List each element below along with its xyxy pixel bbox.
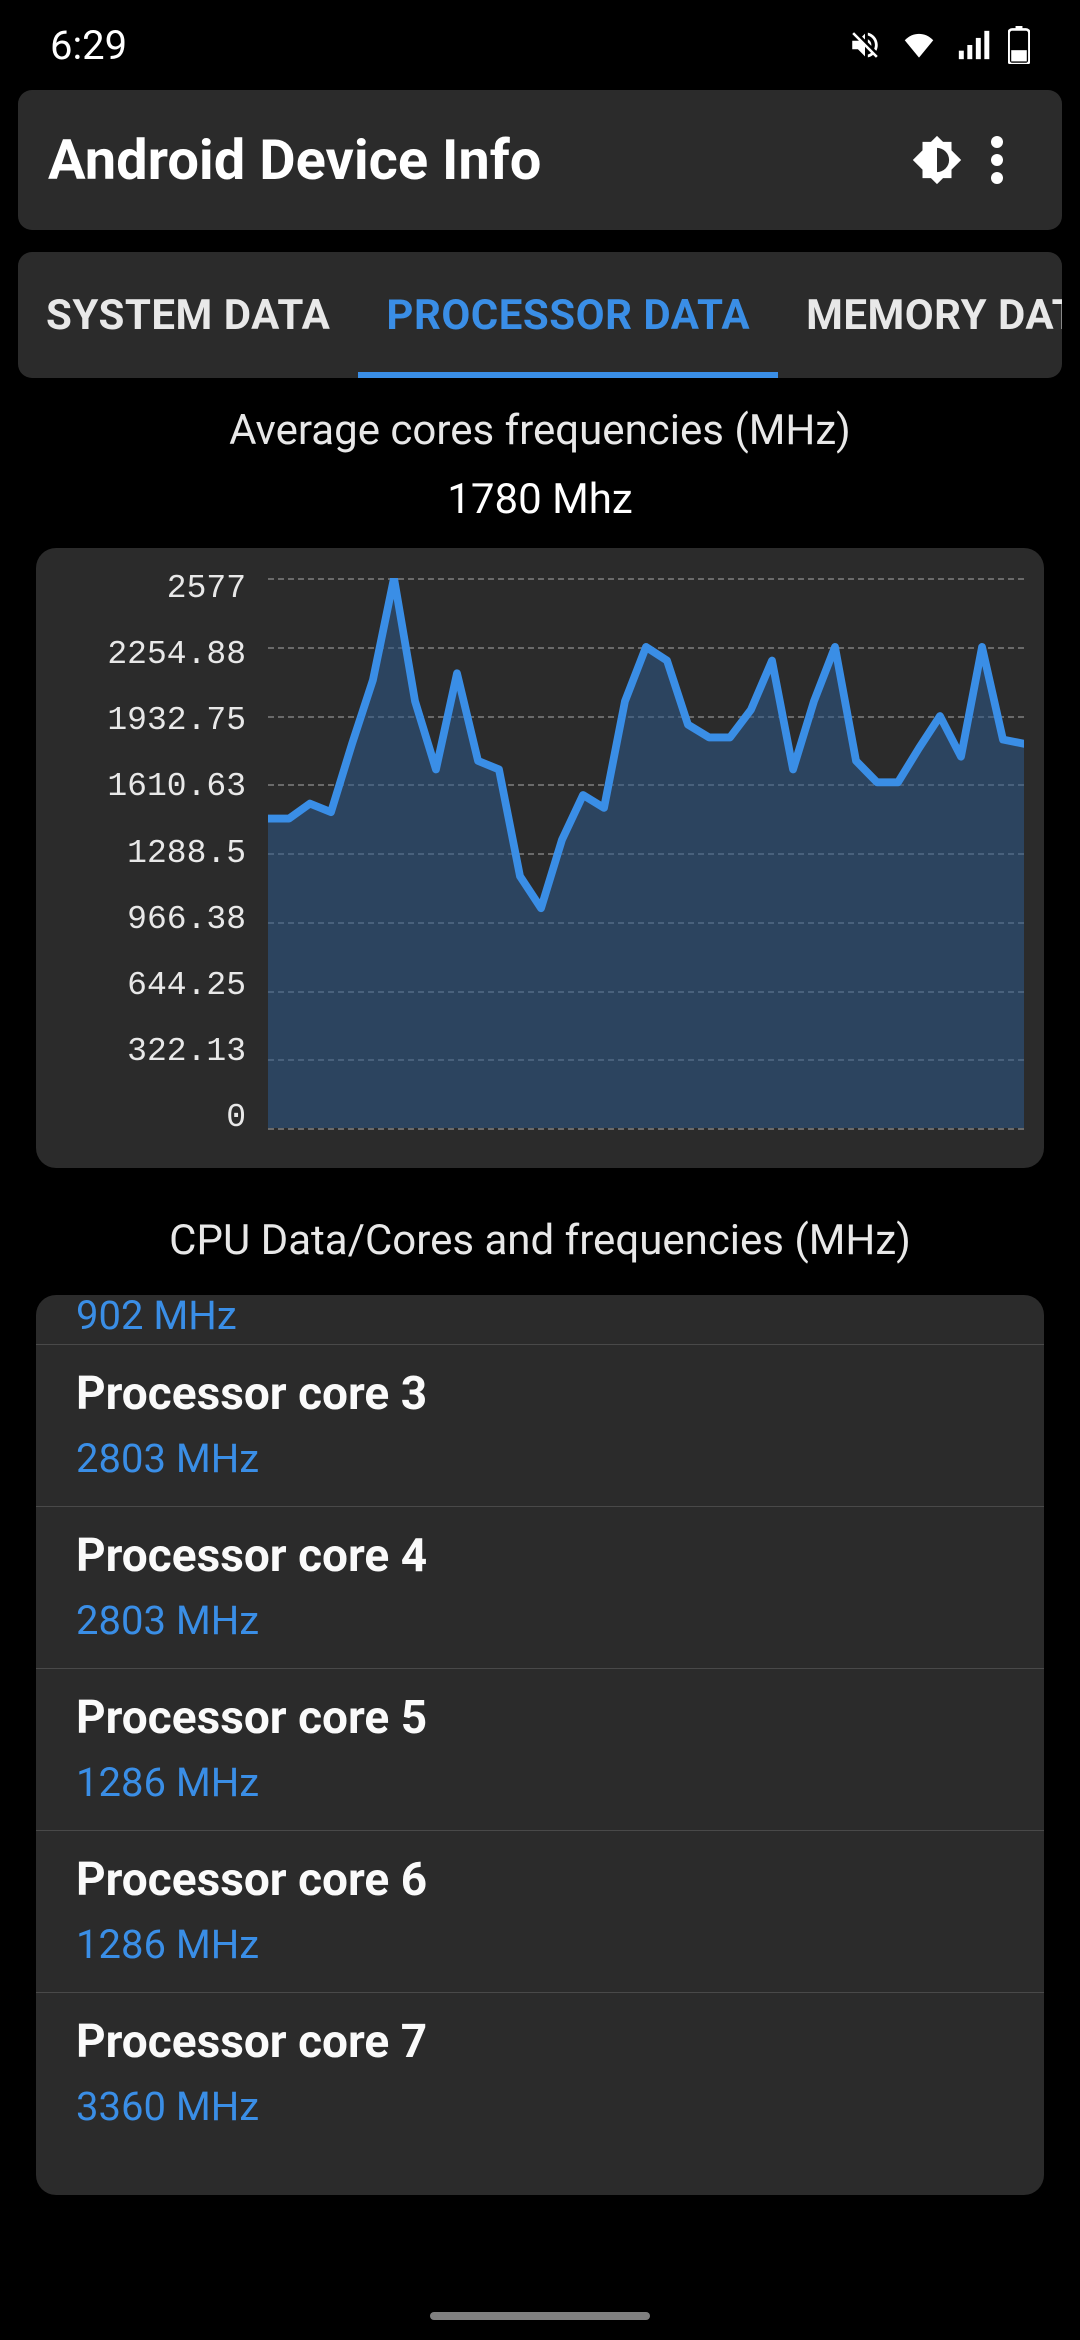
core-freq: 1286 MHz: [76, 1759, 1004, 1806]
avg-title: Average cores frequencies (MHz): [0, 406, 1080, 455]
wifi-icon: [900, 28, 938, 62]
core-name: Processor core 6: [76, 1853, 1004, 1907]
core-item: Processor core 3 2803 MHz: [36, 1345, 1044, 1507]
core-item-partial: 902 MHz: [36, 1295, 1044, 1345]
core-freq: 2803 MHz: [76, 1597, 1004, 1644]
signal-icon: [956, 28, 990, 62]
mute-icon: [848, 28, 882, 62]
tab-processor-data[interactable]: PROCESSOR DATA: [358, 252, 778, 378]
chart-card: 2577 2254.88 1932.75 1610.63 1288.5 966.…: [36, 548, 1044, 1168]
cores-list[interactable]: 902 MHz Processor core 3 2803 MHz Proces…: [36, 1295, 1044, 2195]
app-bar: Android Device Info: [18, 90, 1062, 230]
battery-icon: [1008, 26, 1030, 64]
theme-toggle-button[interactable]: [902, 131, 972, 189]
core-freq-partial: 902 MHz: [76, 1295, 237, 1339]
brightness-icon: [908, 131, 966, 189]
core-name: Processor core 5: [76, 1691, 1004, 1745]
core-item: Processor core 6 1286 MHz: [36, 1831, 1044, 1993]
core-freq: 3360 MHz: [76, 2083, 1004, 2130]
status-icons: [848, 26, 1030, 64]
core-freq: 2803 MHz: [76, 1435, 1004, 1482]
app-title: Android Device Info: [48, 127, 902, 193]
tab-memory-data[interactable]: MEMORY DATA: [778, 252, 1062, 378]
tab-bar: SYSTEM DATA PROCESSOR DATA MEMORY DATA: [18, 252, 1062, 378]
chart-y-axis: 2577 2254.88 1932.75 1610.63 1288.5 966.…: [56, 570, 256, 1136]
nav-pill[interactable]: [430, 2312, 650, 2320]
avg-value: 1780 Mhz: [0, 475, 1080, 524]
chart-plot: [268, 578, 1024, 1128]
core-item: Processor core 5 1286 MHz: [36, 1669, 1044, 1831]
status-time: 6:29: [50, 22, 127, 69]
cores-title: CPU Data/Cores and frequencies (MHz): [0, 1216, 1080, 1265]
core-item: Processor core 4 2803 MHz: [36, 1507, 1044, 1669]
status-bar: 6:29: [0, 0, 1080, 90]
core-name: Processor core 4: [76, 1529, 1004, 1583]
core-name: Processor core 3: [76, 1367, 1004, 1421]
core-name: Processor core 7: [76, 2015, 1004, 2069]
more-vert-icon: [991, 136, 1003, 184]
core-item: Processor core 7 3360 MHz: [36, 1993, 1044, 2154]
overflow-menu-button[interactable]: [972, 136, 1022, 184]
core-freq: 1286 MHz: [76, 1921, 1004, 1968]
tab-system-data[interactable]: SYSTEM DATA: [18, 252, 358, 378]
